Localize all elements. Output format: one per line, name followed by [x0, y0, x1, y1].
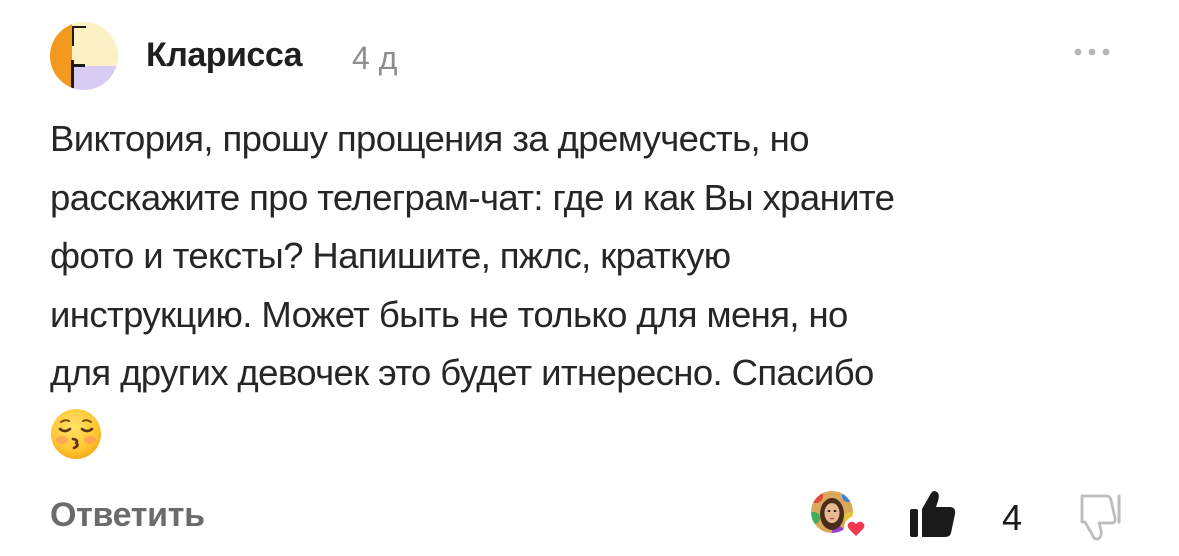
dislike-thumbs-down-icon[interactable]: [1074, 490, 1128, 542]
comment-text-line: Виктория, прошу прощения за дремучесть, …: [50, 118, 810, 159]
kissing-face-emoji-icon: [51, 408, 101, 459]
like-thumbs-up-icon[interactable]: [908, 487, 958, 539]
comment-card: Кларисса 4 д Виктория, прошу прощения за…: [0, 0, 1179, 556]
comment-age: 4 д: [352, 40, 398, 76]
like-count: 4: [1002, 497, 1023, 538]
comment-text-line: расскажите про телеграм-чат: где и как В…: [50, 176, 895, 218]
user-avatar[interactable]: [50, 22, 118, 90]
author-name[interactable]: Кларисса: [146, 36, 303, 75]
reply-button[interactable]: Ответить: [50, 496, 205, 535]
comment-text-line: фото и тексты? Напишите, пжлс, краткую: [50, 235, 731, 276]
liker-avatar-heart-icon[interactable]: [808, 488, 870, 542]
comment-text: Виктория, прошу прощения за дремучесть, …: [50, 110, 1140, 460]
more-options-icon[interactable]: [1062, 34, 1122, 70]
comment-text-line: для других девочек это будет итнересно. …: [50, 352, 874, 393]
comment-text-line: инструкцию. Может быть не только для мен…: [50, 293, 848, 335]
